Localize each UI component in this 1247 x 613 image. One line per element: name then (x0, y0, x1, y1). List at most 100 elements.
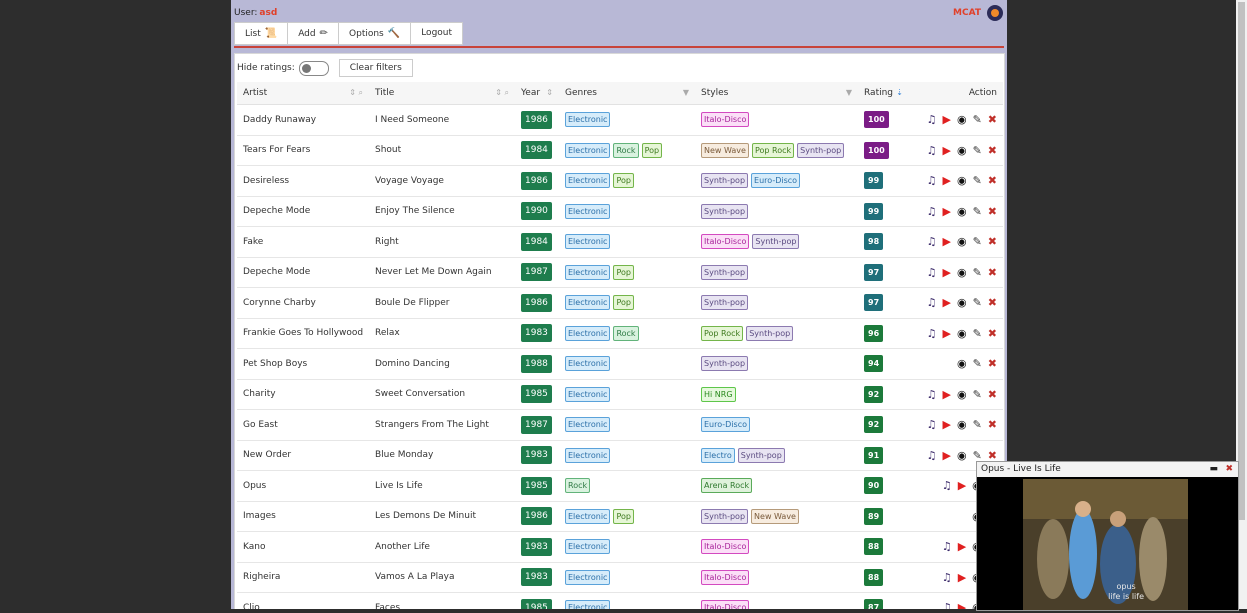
style-tag[interactable]: Italo-Disco (701, 112, 750, 128)
column-year[interactable]: Year ⇕ (515, 82, 559, 105)
youtube-icon[interactable]: ▶ (958, 540, 966, 553)
delete-icon[interactable]: ✖ (988, 357, 997, 370)
genre-tag[interactable]: Rock (613, 142, 639, 158)
delete-icon[interactable]: ✖ (988, 174, 997, 187)
video-popup[interactable]: Opus - Live Is Life ▬ ✖ opus life is lif… (976, 461, 1239, 611)
youtube-icon[interactable]: ▶ (942, 113, 950, 126)
genre-tag[interactable]: Electronic (565, 173, 611, 189)
sort-search-icon[interactable]: ⇕ ⌕ (349, 88, 363, 98)
style-tag[interactable]: Pop Rock (751, 142, 795, 158)
discogs-icon[interactable]: ◉ (957, 113, 967, 126)
discogs-icon[interactable]: ◉ (957, 144, 967, 157)
music-icon[interactable]: ♫ (927, 388, 937, 401)
style-tag[interactable]: Italo-Disco (701, 600, 750, 609)
music-icon[interactable]: ♫ (927, 266, 937, 279)
youtube-icon[interactable]: ▶ (942, 174, 950, 187)
delete-icon[interactable]: ✖ (988, 144, 997, 157)
discogs-icon[interactable]: ◉ (957, 205, 967, 218)
music-icon[interactable]: ♫ (927, 113, 937, 126)
edit-icon[interactable]: ✎ (973, 388, 982, 401)
music-icon[interactable]: ♫ (942, 479, 952, 492)
column-genres[interactable]: Genres ▼ (559, 82, 695, 105)
sort-desc-icon[interactable]: ⇣ (896, 88, 903, 97)
genre-tag[interactable]: Pop (613, 264, 634, 280)
edit-icon[interactable]: ✎ (973, 144, 982, 157)
youtube-icon[interactable]: ▶ (942, 144, 950, 157)
edit-icon[interactable]: ✎ (973, 266, 982, 279)
youtube-icon[interactable]: ▶ (942, 205, 950, 218)
youtube-icon[interactable]: ▶ (942, 388, 950, 401)
genre-tag[interactable]: Electronic (565, 447, 611, 463)
style-tag[interactable]: Synth-pop (701, 295, 749, 311)
video-frame[interactable]: opus life is life (1023, 479, 1188, 610)
youtube-icon[interactable]: ▶ (942, 449, 950, 462)
style-tag[interactable]: Italo-Disco (701, 234, 750, 250)
genre-tag[interactable]: Electronic (565, 142, 611, 158)
genre-tag[interactable]: Electronic (565, 356, 611, 372)
genre-tag[interactable]: Electronic (565, 600, 611, 609)
music-icon[interactable]: ♫ (927, 327, 937, 340)
youtube-icon[interactable]: ▶ (942, 418, 950, 431)
filter-icon[interactable]: ▼ (683, 88, 689, 97)
music-icon[interactable]: ♫ (942, 601, 952, 609)
delete-icon[interactable]: ✖ (988, 296, 997, 309)
style-tag[interactable]: Synth-pop (701, 264, 749, 280)
music-icon[interactable]: ♫ (927, 418, 937, 431)
youtube-icon[interactable]: ▶ (942, 266, 950, 279)
delete-icon[interactable]: ✖ (988, 327, 997, 340)
delete-icon[interactable]: ✖ (988, 113, 997, 126)
genre-tag[interactable]: Electronic (565, 539, 611, 555)
style-tag[interactable]: Synth-pop (752, 234, 800, 250)
edit-icon[interactable]: ✎ (973, 327, 982, 340)
edit-icon[interactable]: ✎ (973, 418, 982, 431)
genre-tag[interactable]: Electronic (565, 569, 611, 585)
style-tag[interactable]: Synth-pop (701, 508, 749, 524)
discogs-icon[interactable]: ◉ (957, 266, 967, 279)
style-tag[interactable]: Synth-pop (797, 142, 845, 158)
discogs-icon[interactable]: ◉ (957, 235, 967, 248)
music-icon[interactable]: ♫ (927, 235, 937, 248)
music-icon[interactable]: ♫ (942, 571, 952, 584)
genre-tag[interactable]: Electronic (565, 203, 611, 219)
column-artist[interactable]: Artist ⇕ ⌕ (237, 82, 369, 105)
genre-tag[interactable]: Electronic (565, 234, 611, 250)
edit-icon[interactable]: ✎ (973, 113, 982, 126)
genre-tag[interactable]: Pop (641, 142, 663, 158)
edit-icon[interactable]: ✎ (973, 296, 982, 309)
youtube-icon[interactable]: ▶ (958, 479, 966, 492)
style-tag[interactable]: Euro-Disco (751, 173, 801, 189)
sort-search-icon[interactable]: ⇕ ⌕ (495, 88, 509, 98)
genre-tag[interactable]: Pop (613, 173, 634, 189)
discogs-icon[interactable]: ◉ (957, 174, 967, 187)
edit-icon[interactable]: ✎ (973, 449, 982, 462)
sort-icon[interactable]: ⇕ (546, 88, 553, 97)
discogs-icon[interactable]: ◉ (957, 449, 967, 462)
close-icon[interactable]: ✖ (1225, 462, 1233, 477)
nav-logout[interactable]: Logout (411, 23, 462, 44)
delete-icon[interactable]: ✖ (988, 235, 997, 248)
style-tag[interactable]: New Wave (701, 142, 749, 158)
style-tag[interactable]: Synth-pop (746, 325, 794, 341)
edit-icon[interactable]: ✎ (973, 357, 982, 370)
music-icon[interactable]: ♫ (927, 449, 937, 462)
genre-tag[interactable]: Electronic (565, 508, 611, 524)
delete-icon[interactable]: ✖ (988, 449, 997, 462)
filter-icon[interactable]: ▼ (846, 88, 852, 97)
hide-ratings-toggle[interactable] (298, 60, 329, 76)
genre-tag[interactable]: Rock (613, 325, 639, 341)
column-styles[interactable]: Styles ▼ (695, 82, 858, 105)
nav-add[interactable]: Add ✏ (288, 23, 340, 44)
nav-options[interactable]: Options 🔨 (339, 23, 412, 44)
style-tag[interactable]: Arena Rock (701, 478, 753, 494)
scrollbar-thumb[interactable] (1238, 2, 1245, 520)
youtube-icon[interactable]: ▶ (942, 296, 950, 309)
music-icon[interactable]: ♫ (927, 144, 937, 157)
style-tag[interactable]: New Wave (751, 508, 799, 524)
youtube-icon[interactable]: ▶ (942, 235, 950, 248)
youtube-icon[interactable]: ▶ (958, 601, 966, 609)
discogs-icon[interactable]: ◉ (957, 357, 967, 370)
nav-list[interactable]: List 📜 (235, 23, 289, 44)
style-tag[interactable]: Synth-pop (701, 173, 749, 189)
genre-tag[interactable]: Electronic (565, 295, 611, 311)
genre-tag[interactable]: Rock (565, 478, 591, 494)
